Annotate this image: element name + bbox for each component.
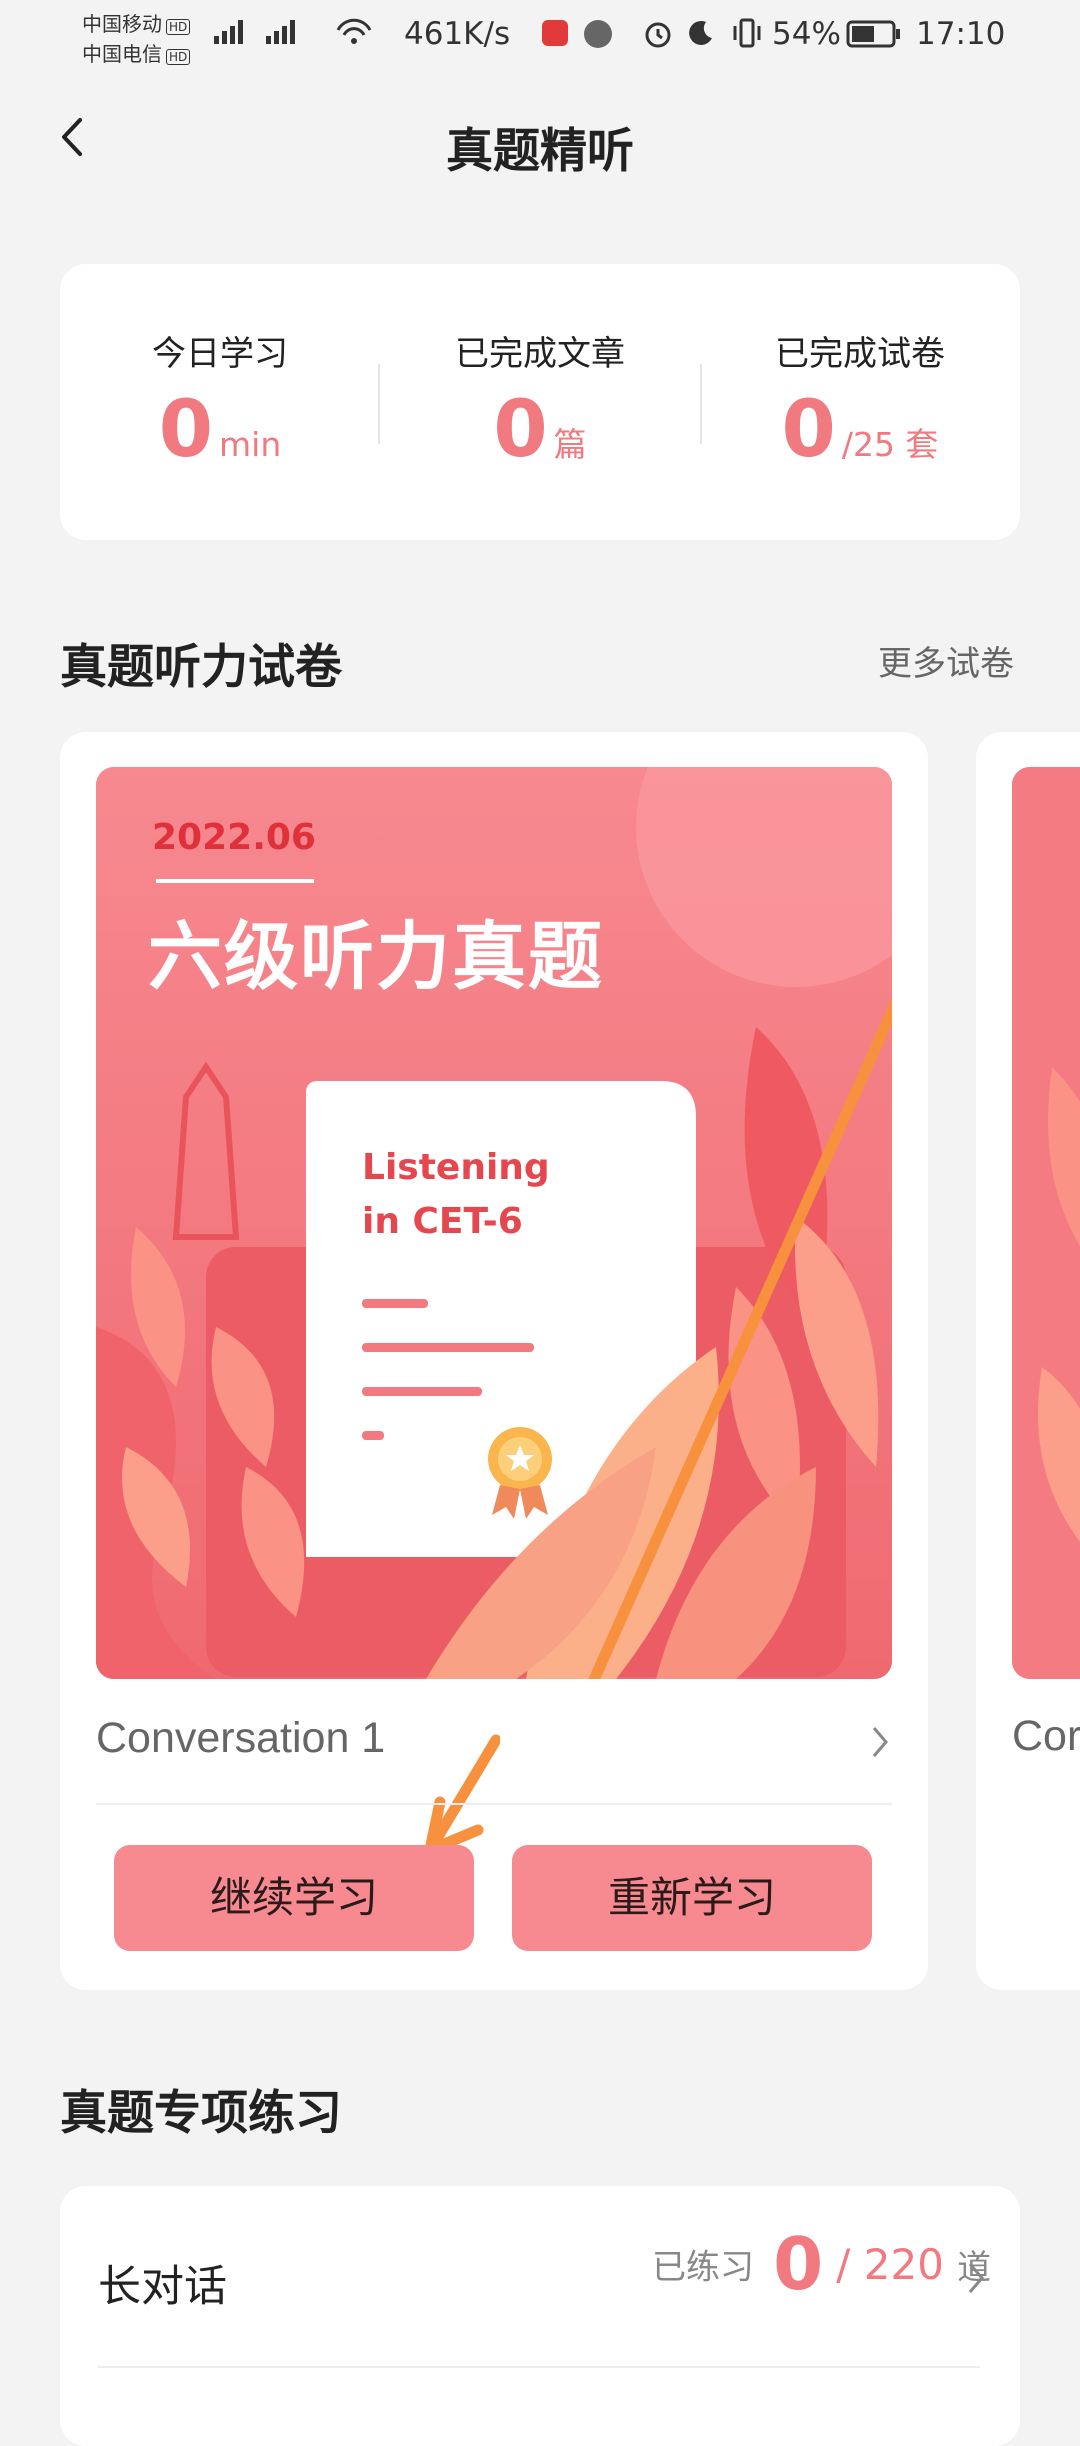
practice-done: 0 bbox=[773, 2222, 824, 2306]
chevron-right-icon bbox=[872, 1727, 888, 1757]
doc-line-2: in CET-6 bbox=[362, 1201, 523, 1242]
vibrate-icon bbox=[733, 18, 761, 48]
carrier-1: 中国移动 HD bbox=[82, 8, 191, 37]
stat-value: 0 bbox=[781, 385, 836, 475]
conversation-label-next: Cor bbox=[1012, 1712, 1080, 1760]
stat-unit: min bbox=[219, 425, 282, 464]
doc-line-1: Listening bbox=[362, 1147, 550, 1188]
practice-item-label: 长对话 bbox=[98, 2262, 227, 2312]
stat-label: 今日学习 bbox=[152, 334, 288, 374]
practice-prefix: 已练习 bbox=[652, 2247, 754, 2288]
conversation-label: Conversation 1 bbox=[96, 1714, 386, 1762]
network-speed: 461K/s bbox=[404, 16, 511, 52]
browser-notification-icon bbox=[584, 20, 612, 48]
chevron-right-icon bbox=[968, 2263, 984, 2293]
page-title: 真题精听 bbox=[446, 124, 634, 179]
paper-cover[interactable]: 2022.06 六级听力真题 Listening in CET-6 bbox=[96, 767, 892, 1679]
stat-today: 今日学习 0 min bbox=[60, 326, 380, 475]
continue-learning-button[interactable]: 继续学习 bbox=[114, 1845, 474, 1951]
stat-label: 已完成试卷 bbox=[775, 334, 945, 374]
divider bbox=[98, 2366, 980, 2368]
stat-unit: /25 套 bbox=[841, 425, 939, 464]
restart-learning-button[interactable]: 重新学习 bbox=[512, 1845, 872, 1951]
stat-articles: 已完成文章 0篇 bbox=[380, 326, 700, 475]
stat-papers: 已完成试卷 0/25 套 bbox=[700, 326, 1020, 475]
carrier-2: 中国电信 HD bbox=[82, 38, 191, 67]
cover-illustration-next bbox=[1012, 767, 1080, 1679]
divider bbox=[96, 1803, 892, 1805]
battery-percent: 54% bbox=[772, 16, 841, 52]
paper-date: 2022.06 bbox=[152, 817, 316, 858]
stats-card: 今日学习 0 min 已完成文章 0篇 已完成试卷 0/25 套 bbox=[60, 264, 1020, 540]
battery-icon bbox=[846, 20, 900, 48]
stat-value: 0 bbox=[158, 385, 214, 475]
moon-icon bbox=[689, 20, 712, 45]
section-title-papers: 真题听力试卷 bbox=[60, 640, 342, 695]
conversation-row[interactable]: Conversation 1 bbox=[96, 1706, 892, 1776]
practice-progress: 已练习 0 / 220 道 bbox=[652, 2222, 991, 2322]
stat-value: 0 bbox=[493, 385, 548, 475]
section-title-practice: 真题专项练习 bbox=[60, 2086, 342, 2141]
paper-cover-title: 六级听力真题 bbox=[148, 914, 604, 1000]
more-papers-link[interactable]: 更多试卷 bbox=[878, 636, 1014, 685]
stat-label: 已完成文章 bbox=[455, 334, 625, 374]
paper-cover-next[interactable] bbox=[1012, 767, 1080, 1679]
wifi-icon bbox=[336, 18, 372, 44]
clock: 17:10 bbox=[916, 16, 1006, 52]
app-notification-icon bbox=[542, 20, 568, 46]
practice-total: / 220 bbox=[836, 2239, 944, 2289]
status-bar: 中国移动 HD 中国电信 HD 461K/s 54% 17:10 bbox=[0, 0, 1080, 70]
alarm-icon bbox=[645, 22, 671, 48]
stat-unit: 篇 bbox=[553, 425, 587, 464]
signal-icon bbox=[214, 20, 298, 44]
